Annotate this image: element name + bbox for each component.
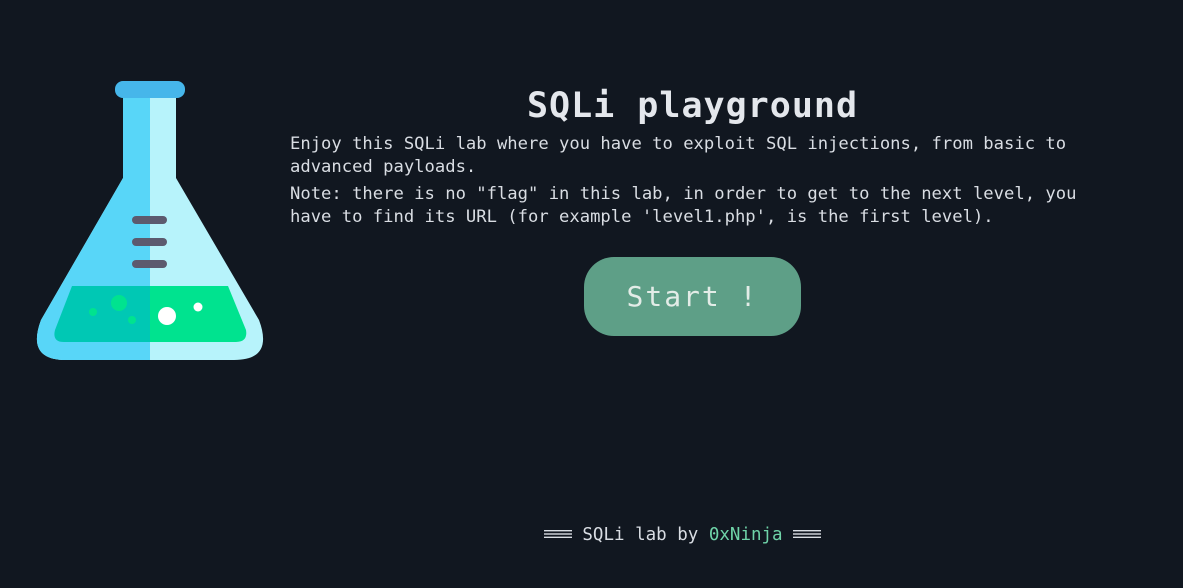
note-text: Note: there is no "flag" in this lab, in…	[290, 184, 1077, 227]
triple-line-icon	[793, 530, 822, 538]
page-title: SQLi playground	[526, 86, 859, 126]
lab-flask-icon	[36, 81, 264, 360]
footer-credit-label: SQLi lab by	[582, 525, 699, 545]
intro-text: Enjoy this SQLi lab where you have to ex…	[290, 134, 1067, 177]
footer: SQLi lab by 0xNinja	[0, 522, 1183, 548]
triple-line-icon	[543, 530, 572, 538]
start-button[interactable]: Start !	[584, 257, 801, 336]
author-link[interactable]: 0xNinja	[709, 525, 783, 545]
intro-section: SQLi playground Enjoy this SQLi lab wher…	[290, 86, 1095, 233]
